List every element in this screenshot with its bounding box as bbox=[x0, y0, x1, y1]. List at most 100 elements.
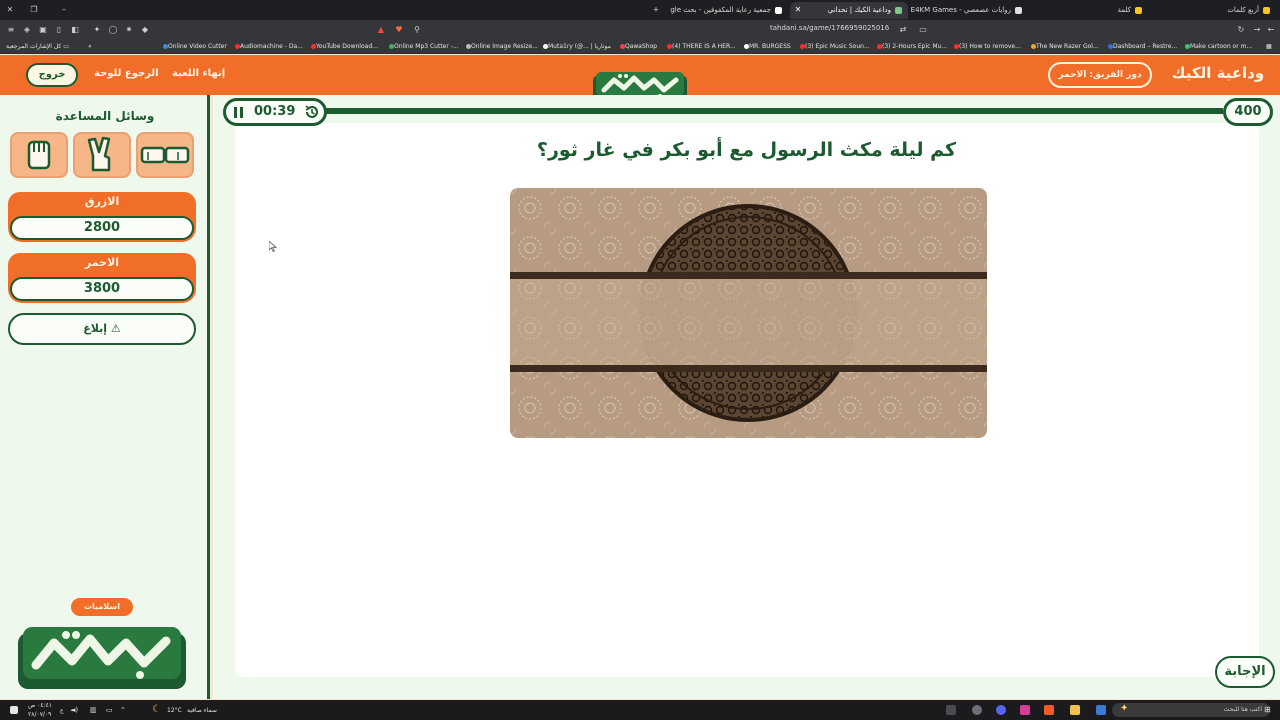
tab-google-search[interactable]: جمعية رعاية المكفوفين - بحث Google bbox=[670, 2, 788, 19]
team-name: الازرق bbox=[84, 195, 120, 208]
folder-icon: ▭ bbox=[63, 43, 69, 50]
tab-e4km-games[interactable]: روايات عصعصي - E4KM Games bbox=[910, 2, 1028, 19]
tab-favicon bbox=[1263, 6, 1270, 14]
exit-button[interactable]: خروج bbox=[26, 63, 78, 87]
bookmark-item[interactable]: Audiomachine - Da... bbox=[232, 43, 303, 50]
bookmark-item[interactable]: YouTube Download... bbox=[308, 43, 378, 50]
back-icon[interactable]: ← bbox=[1266, 25, 1276, 35]
minimize-window-icon[interactable]: – bbox=[58, 4, 70, 16]
bookmark-item[interactable]: The New Razer Gol... bbox=[1028, 43, 1099, 50]
bookmark-item[interactable]: Muta1ry (@... | موتاريا bbox=[540, 43, 611, 50]
end-game-link[interactable]: إنهاء اللعبة bbox=[172, 68, 225, 79]
restore-window-icon[interactable]: ❐ bbox=[28, 4, 40, 16]
raise-hand-icon bbox=[27, 140, 51, 170]
tahdani-logo bbox=[18, 627, 186, 689]
clock-time[interactable]: ٠٤:٤١ ص bbox=[28, 702, 52, 709]
brave-shields-icon[interactable]: ♥ bbox=[394, 25, 404, 35]
brave-rewards-icon[interactable]: ▲ bbox=[376, 25, 386, 35]
double-answer-icon bbox=[140, 146, 190, 164]
close-window-icon[interactable]: ✕ bbox=[4, 4, 16, 16]
search-highlight-icon: ✦ bbox=[1120, 703, 1129, 714]
show-answer-button[interactable]: الإجابة bbox=[1215, 656, 1275, 688]
report-button[interactable]: إبلاغ ⚠ bbox=[8, 313, 196, 345]
app-icon-obs[interactable] bbox=[972, 705, 982, 715]
tab-favicon bbox=[895, 6, 902, 14]
bookmarks-overflow-icon[interactable]: « bbox=[88, 43, 92, 50]
language-indicator[interactable]: ع bbox=[60, 707, 64, 714]
tab-favicon bbox=[1135, 6, 1142, 14]
tab-favicon bbox=[775, 6, 782, 14]
bookmark-item[interactable]: Online Video Cutter bbox=[160, 43, 227, 50]
bookmarks-menu-icon[interactable]: ▦ bbox=[1266, 43, 1272, 50]
extension-icon[interactable]: ◧ bbox=[70, 25, 80, 35]
two-answers-icon bbox=[87, 136, 111, 172]
timer: 00:39 bbox=[223, 98, 327, 126]
back-to-board-link[interactable]: الرجوع للوحة bbox=[94, 68, 159, 79]
team-turn-indicator: دور الفريق: الاحمر bbox=[1048, 62, 1152, 88]
close-tab-icon[interactable]: ✕ bbox=[792, 4, 804, 16]
notification-icon[interactable] bbox=[10, 706, 18, 714]
tab-favicon bbox=[1015, 6, 1022, 14]
forward-icon[interactable]: → bbox=[1252, 25, 1262, 35]
url-text[interactable]: tahdani.sa/game/1766959025016 bbox=[770, 24, 889, 32]
app-icon-files[interactable] bbox=[1070, 705, 1080, 715]
shield-icon[interactable]: ◈ bbox=[22, 25, 32, 35]
bookmarks-bar: كل الإشارات المرجعية ▭ « Online Video Cu… bbox=[0, 40, 1280, 54]
team-name: الاحمر bbox=[84, 256, 120, 269]
rewards-icon[interactable]: ✷ bbox=[124, 25, 134, 35]
two-answers-aid-button[interactable] bbox=[73, 132, 131, 178]
weather-desc[interactable]: سماء صافية bbox=[187, 707, 217, 714]
wallet-icon[interactable]: ▣ bbox=[38, 25, 48, 35]
question-points: 400 bbox=[1223, 98, 1273, 126]
start-windows-icon[interactable]: ⊞ bbox=[1264, 705, 1271, 714]
pause-icon[interactable] bbox=[234, 107, 244, 118]
chat-icon[interactable]: ◯ bbox=[108, 25, 118, 35]
app-icon-store[interactable] bbox=[1096, 705, 1106, 715]
tray-expand-icon[interactable]: ⌃ bbox=[120, 706, 126, 714]
bookmark-icon[interactable]: ▭ bbox=[918, 25, 928, 35]
reload-icon[interactable]: ↻ bbox=[1236, 25, 1246, 35]
leo-ai-icon[interactable]: ✦ bbox=[92, 25, 102, 35]
translate-icon[interactable]: ⇄ bbox=[898, 25, 908, 35]
network-icon[interactable]: ▥ bbox=[90, 706, 97, 714]
tab-four-words[interactable]: أربع كلمات bbox=[1150, 2, 1276, 19]
address-bar-row: ≡ ◈ ▣ ▯ ◧ ✦ ◯ ✷ ◆ ▲ ♥ ⚲ tahdani.sa/game/… bbox=[0, 20, 1280, 40]
menu-icon[interactable]: ≡ bbox=[6, 25, 16, 35]
tune-icon[interactable]: ⚲ bbox=[412, 25, 422, 35]
team-blue-card: الازرق 2800 bbox=[8, 192, 196, 242]
bookmarks-folder[interactable]: كل الإشارات المرجعية ▭ bbox=[6, 43, 69, 50]
new-tab-icon[interactable]: + bbox=[650, 4, 662, 16]
app-icon-premiere[interactable] bbox=[1020, 705, 1030, 715]
side-panel: وسائل المساعدة الازرق 2800 الاحمر 3800 إ… bbox=[0, 95, 210, 699]
tab-active-game[interactable]: وداعية الكيك | تحداني bbox=[790, 2, 908, 19]
app-icon-discord[interactable] bbox=[996, 705, 1006, 715]
double-answer-aid-button[interactable] bbox=[136, 132, 194, 178]
bookmark-item[interactable]: (3) How to remove... bbox=[951, 43, 1021, 50]
bookmark-item[interactable]: (4) THERE IS A HER... bbox=[664, 43, 736, 50]
tab-word[interactable]: كلمة bbox=[1030, 2, 1148, 19]
mouse-cursor-icon bbox=[269, 241, 277, 252]
bookmark-item[interactable]: QawaShop bbox=[617, 43, 657, 50]
reset-timer-icon[interactable] bbox=[304, 104, 320, 120]
taskbar-search-input[interactable]: اكتب هنا للبحث bbox=[1112, 703, 1270, 717]
bookmark-item[interactable]: Online Image Resize... bbox=[463, 43, 538, 50]
bookmark-item[interactable]: (3) 2-Hours Epic Mu... bbox=[874, 43, 947, 50]
volume-icon[interactable]: ◄) bbox=[70, 706, 78, 714]
bookmark-item[interactable]: Online Mp3 Cutter -... bbox=[386, 43, 459, 50]
bookmark-item[interactable]: MR. BURGESS bbox=[741, 43, 791, 50]
app-icon-brave[interactable] bbox=[1044, 705, 1054, 715]
clock-date[interactable]: ٢٨/٠٧/٠٩ bbox=[28, 711, 51, 718]
app-icon-media[interactable] bbox=[946, 705, 956, 715]
sidebar-icon[interactable]: ▯ bbox=[54, 25, 64, 35]
moon-weather-icon: ☾ bbox=[152, 704, 161, 715]
raise-hand-aid-button[interactable] bbox=[10, 132, 68, 178]
vpn-icon[interactable]: ◆ bbox=[140, 25, 150, 35]
help-aids-title: وسائل المساعدة bbox=[55, 109, 155, 123]
bookmark-item[interactable]: Make cartoon or m... bbox=[1182, 43, 1252, 50]
game-title: وداعية الكيك bbox=[1171, 64, 1265, 82]
bookmark-item[interactable]: (3) Epic Music Soun... bbox=[797, 43, 870, 50]
weather-temp[interactable]: 12°C bbox=[167, 707, 182, 714]
bookmark-item[interactable]: Dashboard – Restre... bbox=[1105, 43, 1177, 50]
battery-icon[interactable]: ▭ bbox=[106, 706, 113, 714]
team-score: 2800 bbox=[10, 216, 194, 240]
